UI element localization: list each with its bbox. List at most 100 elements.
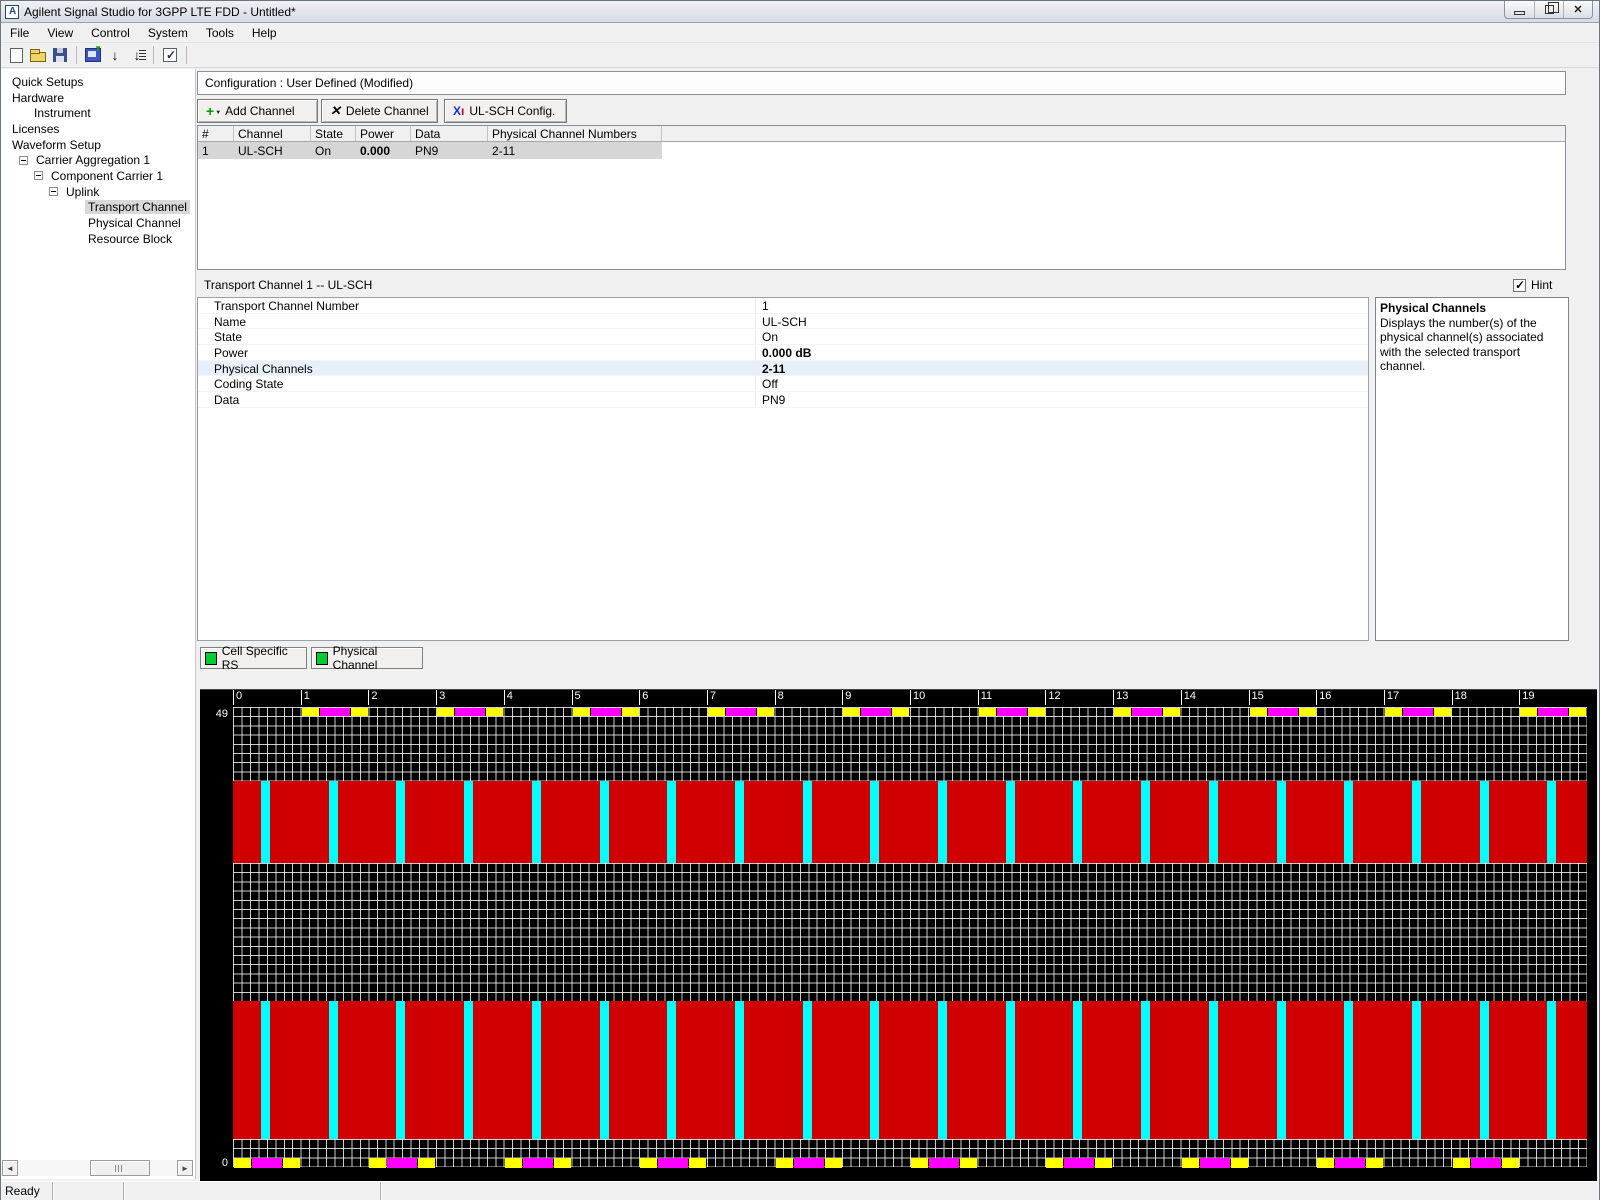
restore-button[interactable] — [1534, 1, 1563, 18]
pucch-marker-yellow — [1095, 1158, 1112, 1168]
pucch-marker-yellow — [979, 708, 996, 716]
property-value[interactable]: 2-11 — [755, 361, 785, 376]
property-row-power[interactable]: Power0.000 dB — [198, 345, 1368, 361]
pucch-marker-yellow — [351, 708, 368, 716]
pucch-marker-magenta — [1471, 1158, 1501, 1168]
property-row-state[interactable]: StateOn — [198, 329, 1368, 345]
resource-block-grid[interactable]: 012345678910111213141516171819490 — [200, 689, 1597, 1181]
dmrs-line — [329, 781, 338, 864]
hint-checkbox[interactable] — [1513, 279, 1526, 292]
physical-channel-band — [233, 1001, 1587, 1139]
pucch-marker-magenta — [861, 708, 891, 716]
open-button[interactable] — [28, 46, 48, 64]
dmrs-line — [1344, 1001, 1353, 1139]
hint-checkbox-group[interactable]: Hint — [1513, 278, 1552, 292]
minimize-button[interactable] — [1505, 1, 1534, 18]
pucch-marker-yellow — [234, 1158, 251, 1168]
close-button[interactable]: ✕ — [1563, 1, 1592, 18]
table-row[interactable]: 1UL-SCHOn0.000PN92-11 — [198, 142, 662, 159]
column-header-#[interactable]: # — [198, 126, 234, 141]
pucch-marker-yellow — [1366, 1158, 1383, 1168]
toolbar: ↓ ↓ — [1, 43, 1599, 68]
sidebar-item-quick-setups[interactable]: Quick Setups — [1, 74, 195, 90]
pucch-marker-magenta — [1132, 708, 1162, 716]
pucch-marker-yellow — [708, 708, 725, 716]
collapse-expander-icon[interactable] — [19, 156, 28, 165]
scroll-right-arrow[interactable]: ► — [177, 1160, 193, 1176]
property-row-data[interactable]: DataPN9 — [198, 392, 1368, 408]
hint-checkbox-label: Hint — [1531, 278, 1552, 292]
menu-view[interactable]: View — [38, 24, 82, 42]
pucch-marker-yellow — [1569, 708, 1586, 716]
sidebar-item-licenses[interactable]: Licenses — [1, 121, 195, 137]
column-header-data[interactable]: Data — [411, 126, 488, 141]
add-channel-label: Add Channel — [225, 104, 294, 118]
column-header-power[interactable]: Power — [356, 126, 411, 141]
new-button[interactable] — [6, 46, 26, 64]
ulsch-config-button[interactable]: Xı UL-SCH Config. — [444, 99, 567, 123]
menu-system[interactable]: System — [139, 24, 197, 42]
column-header-state[interactable]: State — [311, 126, 356, 141]
property-value[interactable]: UL-SCH — [755, 314, 807, 329]
toolbar-separator — [76, 46, 77, 64]
subframe-tick-label: 2 — [371, 690, 391, 704]
setup-tree: Quick SetupsHardwareInstrumentLicensesWa… — [1, 69, 195, 247]
sidebar-item-uplink[interactable]: Uplink — [1, 184, 195, 200]
scrollbar-thumb[interactable] — [90, 1160, 150, 1176]
property-value[interactable]: On — [755, 329, 778, 344]
property-value[interactable]: 1 — [755, 298, 769, 313]
pucch-marker-magenta — [1403, 708, 1433, 716]
dmrs-line — [1209, 1001, 1218, 1139]
add-channel-button[interactable]: + ▼ Add Channel — [197, 99, 318, 123]
scrollbar-track[interactable] — [18, 1160, 177, 1176]
subframe-tick — [1384, 690, 1385, 705]
dmrs-line — [1006, 1001, 1015, 1139]
collapse-expander-icon[interactable] — [49, 187, 58, 196]
download-list-button[interactable]: ↓ — [127, 46, 147, 64]
sidebar-item-physical-channel[interactable]: Physical Channel — [1, 215, 195, 231]
toolbar-separator — [153, 46, 154, 64]
collapse-expander-icon[interactable] — [34, 171, 43, 180]
sidebar-item-label: Instrument — [31, 106, 94, 120]
property-row-physical-channels[interactable]: Physical Channels2-11 — [198, 361, 1368, 377]
sidebar-item-resource-block[interactable]: Resource Block — [1, 231, 195, 247]
column-header-channel[interactable]: Channel — [234, 126, 311, 141]
menu-tools[interactable]: Tools — [197, 24, 243, 42]
pucch-marker-magenta — [1200, 1158, 1230, 1168]
download-to-instrument-button[interactable] — [83, 46, 103, 64]
legend-cell-specific-rs[interactable]: Cell Specific RS — [200, 647, 307, 669]
open-icon — [30, 52, 46, 62]
column-header-physical-channel-numbers[interactable]: Physical Channel Numbers — [488, 126, 662, 141]
property-row-name[interactable]: NameUL-SCH — [198, 314, 1368, 330]
table-cell: UL-SCH — [234, 142, 311, 159]
window-title: Agilent Signal Studio for 3GPP LTE FDD -… — [24, 5, 296, 19]
save-button[interactable] — [50, 46, 70, 64]
menu-file[interactable]: File — [1, 24, 38, 42]
pucch-marker-yellow — [892, 708, 909, 716]
channel-table-header: #ChannelStatePowerDataPhysical Channel N… — [198, 126, 1565, 142]
menu-help[interactable]: Help — [243, 24, 286, 42]
property-value[interactable]: PN9 — [755, 392, 785, 407]
property-value[interactable]: Off — [755, 376, 778, 391]
apply-button[interactable] — [160, 46, 180, 64]
subframe-tick — [301, 690, 302, 705]
sidebar-item-component-carrier-1[interactable]: Component Carrier 1 — [1, 168, 195, 184]
sidebar-item-transport-channel[interactable]: Transport Channel — [1, 200, 195, 216]
subframe-tick — [775, 690, 776, 705]
dmrs-line — [1344, 781, 1353, 864]
legend-physical-channel[interactable]: Physical Channel — [311, 647, 423, 669]
property-row-coding-state[interactable]: Coding StateOff — [198, 376, 1368, 392]
menu-control[interactable]: Control — [82, 24, 139, 42]
subframe-tick-label: 15 — [1252, 690, 1272, 704]
scroll-left-arrow[interactable]: ◄ — [2, 1160, 18, 1176]
sidebar-item-waveform-setup[interactable]: Waveform Setup — [1, 137, 195, 153]
sidebar-item-carrier-aggregation-1[interactable]: Carrier Aggregation 1 — [1, 152, 195, 168]
sidebar-horizontal-scrollbar[interactable]: ◄ ► — [2, 1160, 193, 1176]
property-row-transport-channel-number[interactable]: Transport Channel Number1 — [198, 298, 1368, 314]
sidebar-item-instrument[interactable]: Instrument — [1, 105, 195, 121]
delete-channel-button[interactable]: ✕ Delete Channel — [321, 99, 438, 123]
download-button[interactable]: ↓ — [105, 46, 125, 64]
sidebar-item-hardware[interactable]: Hardware — [1, 90, 195, 106]
hint-panel-title: Physical Channels — [1380, 301, 1564, 316]
property-value[interactable]: 0.000 dB — [755, 345, 811, 360]
